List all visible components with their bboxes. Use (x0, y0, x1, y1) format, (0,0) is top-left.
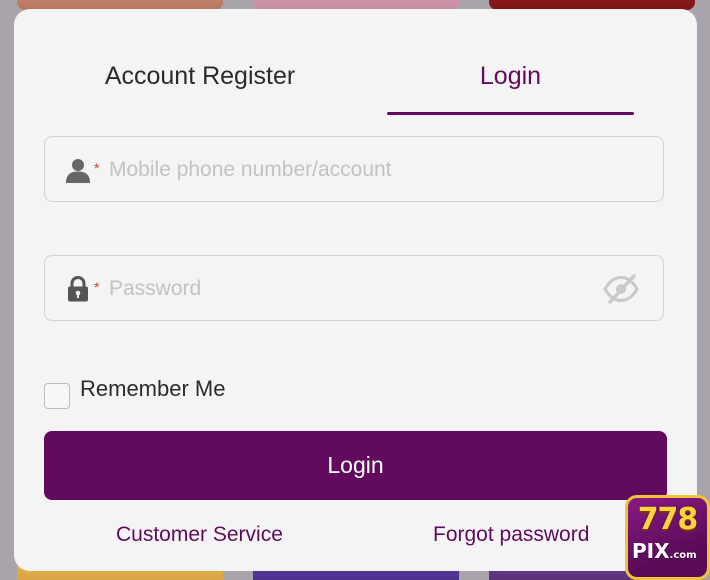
tab-login[interactable]: Login (387, 61, 634, 91)
user-icon (66, 159, 90, 183)
logo-brand: PIX.com (632, 540, 704, 567)
required-asterisk: * (94, 279, 100, 295)
active-tab-indicator (387, 112, 634, 115)
login-button[interactable]: Login (44, 431, 667, 500)
logo-brand-text: PIX (632, 539, 670, 563)
login-modal: Account Register Login * * Remember Me L… (14, 9, 697, 571)
password-field: * (44, 255, 664, 321)
logo-suffix: .com (669, 550, 697, 561)
logo-number: 778 (637, 502, 699, 537)
tab-account-register[interactable]: Account Register (74, 61, 326, 91)
remember-me-label[interactable]: Remember Me (80, 376, 225, 402)
lock-icon (68, 276, 88, 302)
required-asterisk: * (94, 160, 100, 176)
brand-logo[interactable]: 778 PIX.com (625, 495, 710, 580)
account-input[interactable] (109, 153, 589, 187)
forgot-password-link[interactable]: Forgot password (433, 522, 589, 548)
account-field: * (44, 136, 664, 202)
customer-service-link[interactable]: Customer Service (116, 522, 283, 548)
password-input[interactable] (109, 272, 589, 306)
remember-me-checkbox[interactable] (44, 383, 70, 409)
eye-slash-icon[interactable] (603, 274, 639, 304)
